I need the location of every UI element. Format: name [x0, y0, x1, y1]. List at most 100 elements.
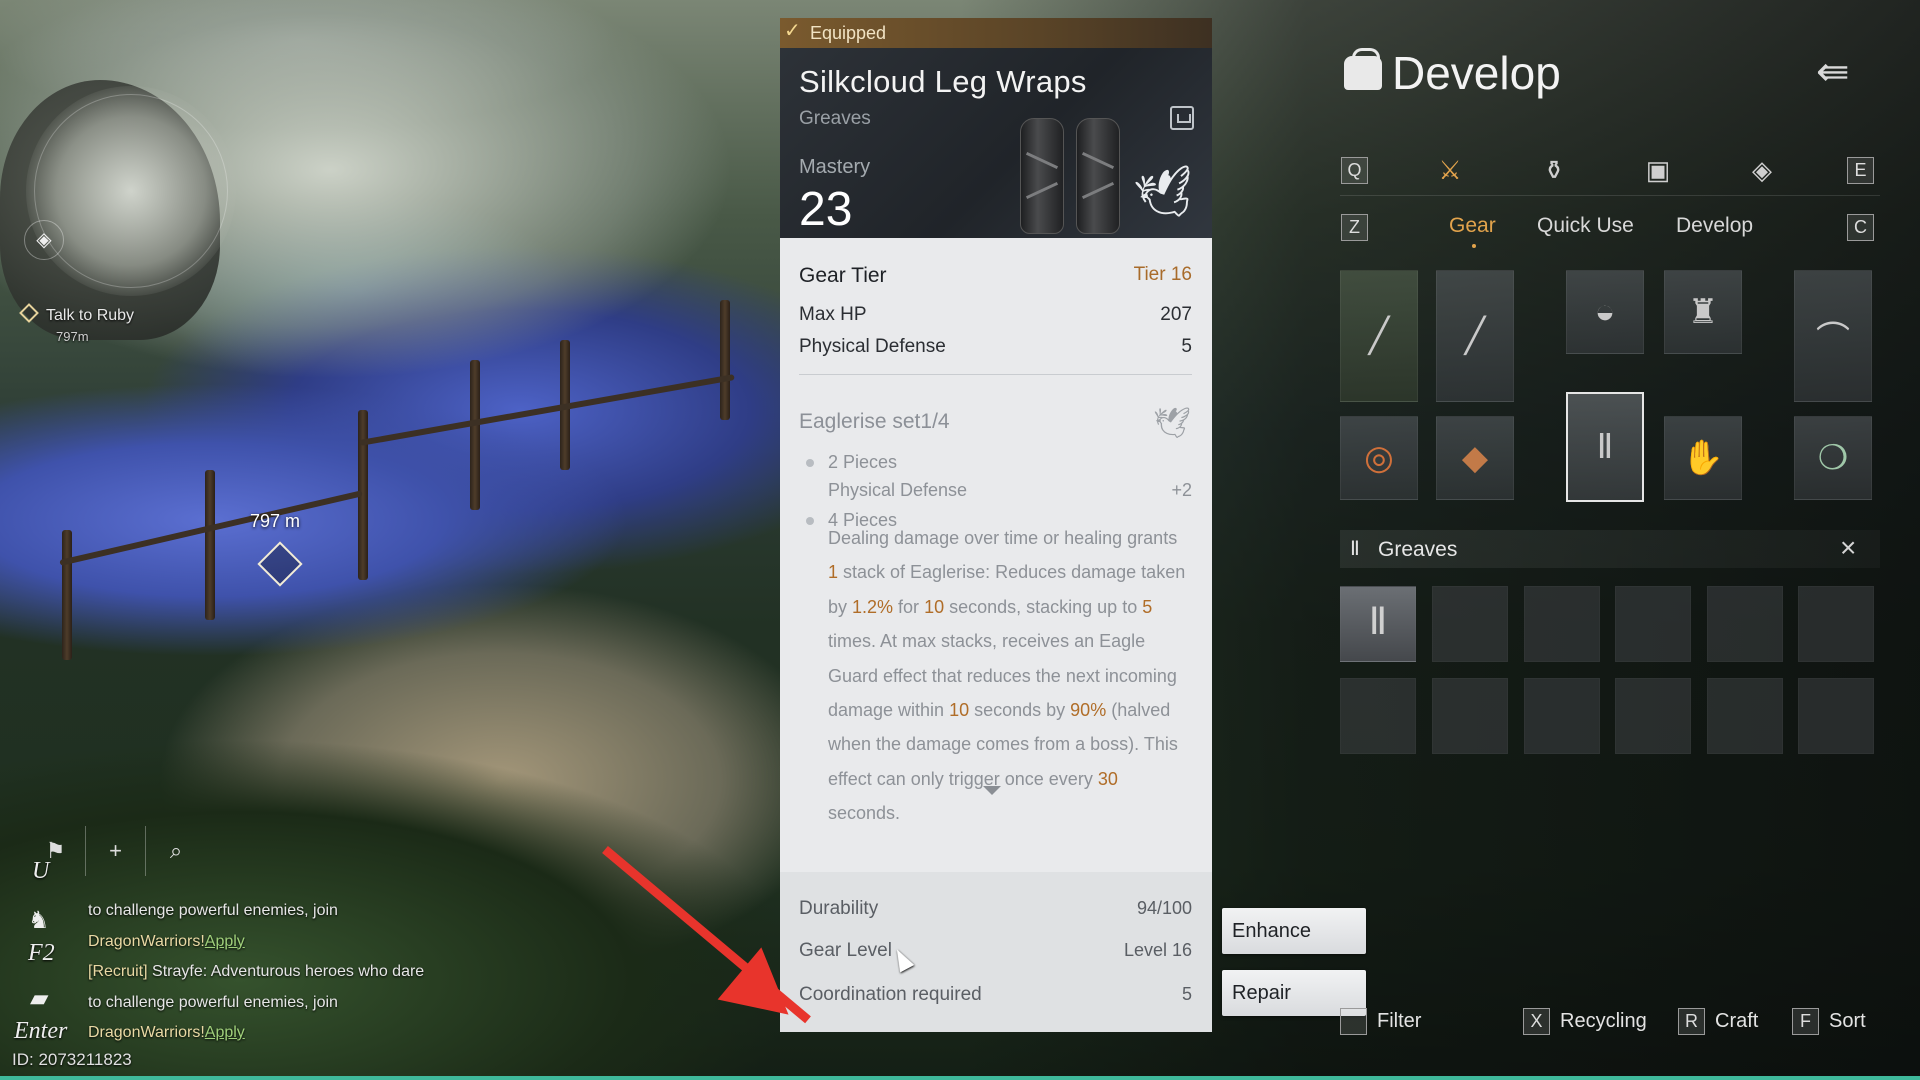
gem-pin-icon[interactable]: ◈ [1742, 152, 1782, 188]
description-text: seconds. [828, 803, 901, 824]
hotkey-u: U [32, 858, 50, 884]
hotkey-c[interactable]: C [1847, 214, 1874, 241]
charm-icon: ◆ [1461, 439, 1489, 477]
coordination-row: Coordination required 5 [799, 984, 1192, 1006]
gloves-slot[interactable]: ✋ [1664, 416, 1742, 500]
enhance-button[interactable]: Enhance [1222, 908, 1366, 954]
filter-command[interactable]: Filter [1340, 1008, 1421, 1035]
gear-level-label: Gear Level [799, 940, 892, 961]
gear-level-row: Gear Level Level 16 [799, 940, 1192, 962]
greaves-slot[interactable]: Ⅱ [1566, 392, 1644, 502]
craft-command[interactable]: R Craft [1678, 1008, 1758, 1035]
apply-link[interactable]: Apply [205, 933, 245, 950]
item-header: Silkcloud Leg Wraps Greaves Mastery 23 🕊 [780, 48, 1212, 238]
hotkey-z[interactable]: Z [1341, 214, 1368, 241]
inventory-slot[interactable] [1798, 678, 1874, 754]
stat-value: 5 [1181, 336, 1192, 357]
inventory-slot[interactable] [1432, 678, 1508, 754]
bullet [806, 517, 814, 525]
durability-value: 94/100 [1136, 898, 1192, 918]
active-tab-indicator [1472, 244, 1476, 248]
sword-slot[interactable]: ╱ [1436, 270, 1514, 402]
item-details: Gear Tier Tier 16 Max HP 207 Physical De… [780, 238, 1212, 918]
recruit-tag: [Recruit] [88, 963, 148, 980]
highlight-value: 30 [1097, 768, 1118, 789]
gear-tier-label: Gear Tier [799, 264, 887, 287]
bow-slot[interactable]: ⌒ [1794, 270, 1872, 402]
chest-icon[interactable]: ▣ [1638, 152, 1678, 188]
item-tooltip: ✓ Equipped Silkcloud Leg Wraps Greaves M… [780, 18, 1212, 1032]
plus-icon[interactable]: + [86, 826, 146, 876]
quest-tracker[interactable]: Talk to Ruby 797m [19, 303, 134, 344]
inventory-slot[interactable] [1524, 678, 1600, 754]
spear-slot[interactable]: ╱ [1340, 270, 1418, 402]
item-footer: Durability 94/100 Gear Level Level 16 Co… [780, 872, 1212, 1032]
item-type: Greaves [799, 108, 871, 129]
lock-icon[interactable] [1170, 106, 1194, 130]
chat-log: to challenge powerful enemies, join Drag… [88, 896, 488, 1049]
coordination-label: Coordination required [799, 984, 982, 1005]
search-icon[interactable]: ⌕ [146, 826, 206, 876]
key-badge: X [1523, 1008, 1550, 1035]
set-bonus-title: Eaglerise set1/4 [799, 410, 950, 433]
chat-bubble-icon[interactable]: ▰ [30, 984, 48, 1013]
tab-gear[interactable]: Gear [1449, 214, 1496, 238]
spear-icon: ╱ [1368, 317, 1390, 355]
inventory-slot[interactable] [1707, 678, 1783, 754]
quest-distance: 797m [56, 329, 89, 344]
stat-value: 207 [1160, 304, 1192, 325]
guild-name: DragonWarriors! [88, 1024, 205, 1041]
divider [799, 374, 1192, 375]
social-figure-icon[interactable]: ♞ [28, 906, 50, 935]
inventory-slot[interactable] [1615, 678, 1691, 754]
inventory-slot[interactable] [1340, 678, 1416, 754]
item-name: Silkcloud Leg Wraps [799, 64, 1087, 99]
inventory-slot[interactable] [1798, 586, 1874, 662]
minimap-ring [34, 94, 228, 288]
inventory-slot[interactable] [1432, 586, 1508, 662]
category-bar [1340, 154, 1880, 196]
chest-armor-slot[interactable]: ♜ [1664, 270, 1742, 354]
minimap[interactable] [26, 86, 236, 296]
tab-develop[interactable]: Develop [1676, 214, 1753, 238]
helmet-icon: ◒ [1594, 292, 1616, 331]
tab-quick-use[interactable]: Quick Use [1537, 214, 1634, 238]
inventory-slot[interactable] [1615, 586, 1691, 662]
bow-icon: ⌒ [1816, 320, 1850, 359]
chat-line: to challenge powerful enemies, join [88, 902, 338, 919]
inventory-slot[interactable] [1524, 586, 1600, 662]
helmet-slot[interactable]: ◒ [1566, 270, 1644, 354]
section-title: Greaves [1378, 538, 1458, 561]
recycling-command[interactable]: X Recycling [1523, 1008, 1647, 1035]
chat-line: to challenge powerful enemies, join [88, 993, 338, 1011]
mastery-label: Mastery [799, 156, 871, 178]
set-bonus-description: Dealing damage over time or healing gran… [828, 521, 1192, 831]
amulet-slot[interactable]: ❍ [1794, 416, 1872, 500]
description-text: seconds, stacking up to [944, 596, 1143, 617]
sword-icon: ╱ [1464, 317, 1486, 355]
chat-line: DragonWarriors!Apply [88, 1018, 488, 1049]
hotkey-e[interactable]: E [1847, 157, 1874, 184]
chat-toolbar: ⚑ + ⌕ [26, 826, 206, 876]
apply-link[interactable]: Apply [205, 1024, 245, 1041]
eagle-emblem-icon: 🕊 [1131, 163, 1202, 228]
greaves-item-icon: Ⅱ [1368, 601, 1388, 643]
charm-slot[interactable]: ◆ [1436, 416, 1514, 500]
set-piece-2: 2 Pieces [806, 452, 897, 473]
scroll-down-icon[interactable] [983, 786, 1001, 795]
sort-command[interactable]: F Sort [1792, 1008, 1866, 1035]
inventory-slot[interactable] [1707, 586, 1783, 662]
description-text: Dealing damage over time or healing gran… [828, 528, 1178, 548]
crossed-swords-icon[interactable]: ⚔ [1430, 152, 1470, 188]
back-arrow-icon[interactable]: ⇚ [1816, 52, 1872, 92]
develop-title: Develop [1392, 47, 1561, 99]
mastery-value: 23 [799, 183, 853, 236]
key-badge [1340, 1008, 1367, 1035]
inventory-slot[interactable]: Ⅱ [1340, 586, 1416, 662]
compass-marker-icon[interactable]: ◈ [24, 220, 64, 260]
hotkey-q[interactable]: Q [1341, 157, 1368, 184]
potion-icon[interactable]: ⚱ [1534, 152, 1574, 188]
hotkey-enter: Enter [14, 1018, 68, 1044]
ring-slot[interactable]: ◎ [1340, 416, 1418, 500]
close-icon[interactable]: × [1840, 532, 1856, 564]
